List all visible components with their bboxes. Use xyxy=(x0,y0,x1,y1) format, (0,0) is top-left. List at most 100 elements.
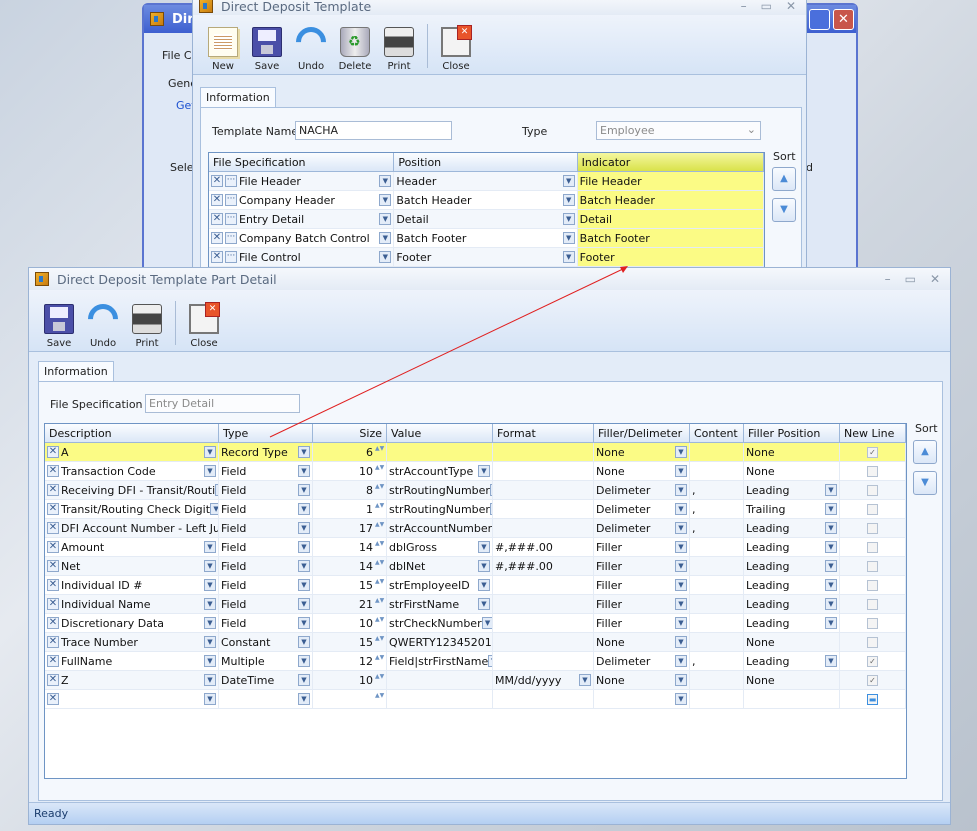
chevron-down-icon[interactable]: ▼ xyxy=(562,175,575,187)
chevron-down-icon[interactable]: ▼ xyxy=(675,636,687,648)
minimize-icon[interactable]: – xyxy=(885,272,891,286)
filler-cell[interactable]: Filler ▼ xyxy=(594,614,690,632)
spinner-icon[interactable]: ▲▼ xyxy=(375,483,384,497)
new-line-checkbox[interactable]: ✓ xyxy=(867,446,878,458)
delete-row-icon[interactable]: ✕ xyxy=(47,617,59,629)
chevron-down-icon[interactable]: ▼ xyxy=(204,560,216,572)
col-position[interactable]: Position xyxy=(394,153,578,171)
chevron-down-icon[interactable]: ▼ xyxy=(204,617,216,629)
filler-cell[interactable]: None ▼ xyxy=(594,671,690,689)
col-indicator[interactable]: Indicator xyxy=(577,153,764,171)
delete-row-icon[interactable]: ✕ xyxy=(47,598,59,610)
description-cell[interactable]: ✕Receiving DFI - Transit/Routi▼ xyxy=(45,481,219,499)
file-specification-input[interactable]: Entry Detail xyxy=(145,394,300,413)
value-cell[interactable]: strRoutingNumber▼ xyxy=(387,481,493,499)
filler-cell[interactable]: None ▼ xyxy=(594,443,690,461)
size-cell[interactable]: ▲▼ xyxy=(313,690,387,708)
file-spec-cell[interactable]: ✕ ··· Company Header ▼ xyxy=(209,191,395,209)
back-tab[interactable]: File C xyxy=(162,49,192,62)
format-cell[interactable] xyxy=(493,576,594,594)
col-value[interactable]: Value xyxy=(387,424,493,442)
description-cell[interactable]: ✕ Trace Number ▼ xyxy=(45,633,219,651)
chevron-down-icon[interactable]: ▼ xyxy=(298,465,310,477)
size-cell[interactable]: 14 ▲▼ xyxy=(313,557,387,575)
new-line-cell[interactable] xyxy=(840,500,906,518)
type-cell[interactable]: Field ▼ xyxy=(219,519,313,537)
col-size[interactable]: Size xyxy=(313,424,387,442)
content-cell[interactable]: , xyxy=(690,481,744,499)
filler-position-cell[interactable]: Leading ▼ xyxy=(744,519,840,537)
filler-cell[interactable]: None ▼ xyxy=(594,462,690,480)
position-cell[interactable]: Footer ▼ xyxy=(394,248,578,266)
description-cell[interactable]: ✕ Z ▼ xyxy=(45,671,219,689)
size-cell[interactable]: 8 ▲▼ xyxy=(313,481,387,499)
template-name-input[interactable]: NACHA xyxy=(295,121,452,140)
ellipsis-icon[interactable]: ··· xyxy=(225,175,237,187)
format-cell[interactable]: #,###.00 xyxy=(493,538,594,556)
delete-row-icon[interactable]: ✕ xyxy=(47,674,59,686)
format-cell[interactable]: #,###.00 xyxy=(493,557,594,575)
filler-position-cell[interactable]: None xyxy=(744,462,840,480)
chevron-down-icon[interactable]: ▼ xyxy=(379,194,392,206)
chevron-down-icon[interactable]: ▼ xyxy=(675,484,687,496)
maximize-icon[interactable]: ▭ xyxy=(905,272,916,286)
ellipsis-icon[interactable]: ··· xyxy=(225,194,237,206)
filler-position-cell[interactable]: Leading ▼ xyxy=(744,481,840,499)
ellipsis-icon[interactable]: ··· xyxy=(225,251,237,263)
indicator-cell[interactable]: Detail xyxy=(577,210,764,228)
delete-row-icon[interactable]: ✕ xyxy=(47,636,59,648)
chevron-down-icon[interactable]: ▼ xyxy=(298,598,310,610)
col-new-line[interactable]: New Line xyxy=(840,424,906,442)
description-cell[interactable]: ✕ Individual ID # ▼ xyxy=(45,576,219,594)
filler-cell[interactable]: Delimeter ▼ xyxy=(594,519,690,537)
delete-row-icon[interactable]: ✕ xyxy=(211,232,223,244)
delete-row-icon[interactable]: ✕ xyxy=(47,693,59,705)
content-cell[interactable] xyxy=(690,595,744,613)
chevron-down-icon[interactable]: ▼ xyxy=(204,465,216,477)
type-cell[interactable]: Record Type ▼ xyxy=(219,443,313,461)
close-button[interactable]: Close xyxy=(434,25,478,72)
type-cell[interactable]: Field ▼ xyxy=(219,500,313,518)
type-cell[interactable]: Field ▼ xyxy=(219,595,313,613)
delete-row-icon[interactable]: ✕ xyxy=(211,175,223,187)
filler-cell[interactable]: Filler ▼ xyxy=(594,538,690,556)
size-cell[interactable]: 1 ▲▼ xyxy=(313,500,387,518)
filler-cell[interactable]: Delimeter ▼ xyxy=(594,652,690,670)
chevron-down-icon[interactable]: ▼ xyxy=(825,579,837,591)
save-button[interactable]: Save xyxy=(245,27,289,72)
value-cell[interactable]: strAccountNumber▼ xyxy=(387,519,493,537)
spinner-icon[interactable]: ▲▼ xyxy=(375,635,384,649)
chevron-down-icon[interactable]: ▼ xyxy=(562,213,575,225)
description-cell[interactable]: ✕ Transaction Code ▼ xyxy=(45,462,219,480)
chevron-down-icon[interactable]: ▼ xyxy=(562,194,575,206)
minimize-icon[interactable]: – xyxy=(741,0,747,13)
value-cell[interactable]: dblNet ▼ xyxy=(387,557,493,575)
filler-position-cell[interactable]: None xyxy=(744,671,840,689)
content-cell[interactable] xyxy=(690,671,744,689)
chevron-down-icon[interactable]: ▼ xyxy=(204,579,216,591)
new-line-checkbox[interactable] xyxy=(867,598,878,610)
value-cell[interactable]: strCheckNumber ▼ xyxy=(387,614,493,632)
sort-up-button[interactable]: ▲ xyxy=(772,167,796,191)
delete-row-icon[interactable]: ✕ xyxy=(47,541,59,553)
spinner-icon[interactable]: ▲▼ xyxy=(375,578,384,592)
chevron-down-icon[interactable]: ▼ xyxy=(579,674,591,686)
filler-cell[interactable]: Filler ▼ xyxy=(594,576,690,594)
new-line-checkbox[interactable] xyxy=(867,541,878,553)
type-cell[interactable]: Field ▼ xyxy=(219,481,313,499)
size-cell[interactable]: 15 ▲▼ xyxy=(313,633,387,651)
new-line-checkbox[interactable] xyxy=(867,522,878,534)
close-icon[interactable]: ✕ xyxy=(786,0,796,13)
filler-position-cell[interactable]: Trailing ▼ xyxy=(744,500,840,518)
spinner-icon[interactable]: ▲▼ xyxy=(375,673,384,687)
new-line-checkbox[interactable] xyxy=(867,636,878,648)
chevron-down-icon[interactable]: ▼ xyxy=(204,655,216,667)
type-cell[interactable]: Field ▼ xyxy=(219,557,313,575)
new-line-cell[interactable] xyxy=(840,614,906,632)
chevron-down-icon[interactable]: ▼ xyxy=(379,175,392,187)
chevron-down-icon[interactable]: ▼ xyxy=(562,251,575,263)
delete-row-icon[interactable]: ✕ xyxy=(47,503,59,515)
chevron-down-icon[interactable]: ▼ xyxy=(379,213,392,225)
close-button[interactable]: ✕ xyxy=(833,9,854,30)
chevron-down-icon[interactable]: ▼ xyxy=(675,503,687,515)
